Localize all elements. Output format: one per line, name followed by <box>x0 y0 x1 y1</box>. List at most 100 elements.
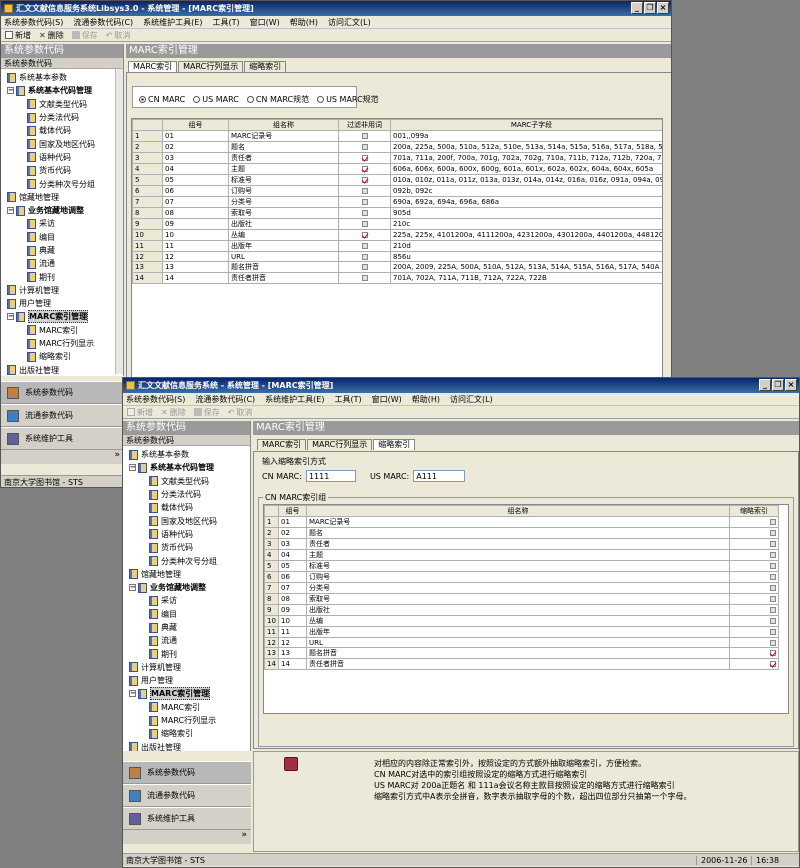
subfield-cell[interactable]: 010a, 010z, 011a, 011z, 013a, 013z, 014a… <box>390 174 662 186</box>
tab[interactable]: 缩略索引 <box>373 439 416 450</box>
tree-node[interactable]: 采访 <box>123 594 250 607</box>
tree-node[interactable]: 载体代码 <box>123 501 250 514</box>
tab[interactable]: 缩略索引 <box>244 61 287 72</box>
filter-stopword-cell[interactable] <box>338 185 391 197</box>
group-number-cell[interactable]: 05 <box>162 174 229 186</box>
checkbox[interactable] <box>361 275 368 282</box>
tree-node[interactable]: 用户管理 <box>123 674 250 687</box>
group-number-cell[interactable]: 06 <box>278 571 307 583</box>
tree-node[interactable]: 编目 <box>1 231 123 244</box>
filter-stopword-cell[interactable] <box>338 261 391 274</box>
group-number-cell[interactable]: 05 <box>278 560 307 572</box>
table-row[interactable]: 10 10 丛编 <box>264 615 779 627</box>
tree-node[interactable]: 系统基本参数 <box>123 448 250 461</box>
tree-node[interactable]: 计算机管理 <box>1 284 123 297</box>
filter-stopword-cell[interactable] <box>338 240 391 252</box>
nav-button[interactable]: 流通参数代码 <box>1 404 124 427</box>
filter-stopword-cell[interactable] <box>338 229 391 241</box>
expand-chevron-icon[interactable]: » <box>1 450 124 464</box>
checkbox[interactable] <box>770 519 776 525</box>
group-name-cell[interactable]: 题名 <box>228 141 339 153</box>
checkbox[interactable] <box>361 177 368 183</box>
abbrev-index-cell[interactable] <box>729 527 779 539</box>
tab[interactable]: MARC行列显示 <box>307 439 373 450</box>
tree-node[interactable]: 出版社管理 <box>1 364 123 376</box>
group-number-cell[interactable]: 12 <box>278 636 307 649</box>
group-number-cell[interactable]: 04 <box>162 163 229 175</box>
table-row[interactable]: 1 01 MARC记录号 <box>264 516 779 528</box>
group-number-cell[interactable]: 07 <box>278 582 307 594</box>
group-number-cell[interactable]: 07 <box>162 196 229 208</box>
group-number-cell[interactable]: 02 <box>278 527 307 539</box>
group-name-cell[interactable]: 题名拼音 <box>306 647 730 660</box>
restore-button[interactable]: ❐ <box>772 379 784 391</box>
checkbox[interactable] <box>770 585 776 591</box>
column-header[interactable]: MARC子字段 <box>390 119 662 131</box>
filter-stopword-cell[interactable] <box>338 152 391 164</box>
close-button[interactable]: × <box>785 379 797 391</box>
tree-node[interactable]: 缩略索引 <box>1 350 123 363</box>
filter-stopword-cell[interactable] <box>338 196 391 208</box>
group-number-cell[interactable]: 12 <box>162 250 229 263</box>
tree-node[interactable]: 计算机管理 <box>123 661 250 674</box>
checkbox[interactable] <box>361 199 368 205</box>
column-header[interactable]: 缩略索引 <box>729 505 779 517</box>
group-name-cell[interactable]: 责任者拼音 <box>306 658 730 671</box>
cn-marc-input[interactable]: 1111 <box>305 470 356 482</box>
group-name-cell[interactable]: 责任者 <box>306 538 730 550</box>
abbrev-index-cell[interactable] <box>729 560 779 572</box>
tree-node[interactable]: MARC索引 <box>1 324 123 337</box>
group-number-cell[interactable]: 11 <box>162 240 229 252</box>
tree-node[interactable]: 典藏 <box>1 244 123 257</box>
group-number-cell[interactable]: 04 <box>278 549 307 561</box>
subfield-cell[interactable]: 856u <box>390 250 662 263</box>
abbrev-index-cell[interactable] <box>729 582 779 594</box>
column-header[interactable]: 组号 <box>278 505 307 517</box>
radio-option[interactable]: CN MARC <box>139 94 185 105</box>
abbrev-index-cell[interactable] <box>729 593 779 605</box>
cancel-button[interactable]: ↶ 取消 <box>106 30 131 41</box>
subfield-cell[interactable]: 200A, 2009, 225A, 500A, 510A, 512A, 513A… <box>390 261 662 274</box>
nav-button[interactable]: 流通参数代码 <box>123 784 251 807</box>
collapse-icon[interactable]: − <box>129 464 136 472</box>
group-name-cell[interactable]: URL <box>306 636 730 649</box>
subfield-cell[interactable]: 606a, 606x, 600a, 600x, 600g, 601a, 601x… <box>390 163 662 175</box>
checkbox[interactable] <box>770 552 776 558</box>
group-number-cell[interactable]: 08 <box>278 593 307 605</box>
tree-node[interactable]: 系统基本参数 <box>1 71 123 84</box>
group-name-cell[interactable]: 丛编 <box>306 615 730 627</box>
tree-node[interactable]: − 系统基本代码管理 <box>123 461 250 474</box>
tree-node[interactable]: 缩略索引 <box>123 727 250 740</box>
menu-item[interactable]: 流通参数代码(C) <box>73 17 133 28</box>
group-number-cell[interactable]: 10 <box>278 615 307 627</box>
group-name-cell[interactable]: 分类号 <box>306 582 730 594</box>
group-name-cell[interactable]: 索取号 <box>228 207 339 219</box>
table-row[interactable]: 6 06 订购号 <box>264 571 779 583</box>
collapse-icon[interactable]: − <box>7 313 14 321</box>
group-number-cell[interactable]: 13 <box>278 647 307 660</box>
table-row[interactable]: 8 08 索取号 <box>264 593 779 605</box>
group-number-cell[interactable]: 08 <box>162 207 229 219</box>
tree-node[interactable]: 馆藏地管理 <box>1 191 123 204</box>
checkbox[interactable] <box>361 232 368 238</box>
tree-node[interactable]: − 业务馆藏地调整 <box>123 581 250 594</box>
tree-node[interactable]: 文献类型代码 <box>1 98 123 111</box>
tree-node[interactable]: 分类种次号分组 <box>123 554 250 567</box>
tree-node[interactable]: 用户管理 <box>1 297 123 310</box>
table-row[interactable]: 11 11 出版年 210d <box>132 240 662 252</box>
filter-stopword-cell[interactable] <box>338 207 391 219</box>
radio-option[interactable]: US MARC <box>193 94 239 105</box>
abbrev-index-cell[interactable] <box>729 615 779 627</box>
group-name-cell[interactable]: 出版社 <box>228 218 339 230</box>
group-name-cell[interactable]: MARC记录号 <box>306 516 730 528</box>
group-name-cell[interactable]: 出版年 <box>306 626 730 638</box>
subfield-cell[interactable]: 210d <box>390 240 662 252</box>
restore-button[interactable]: ❐ <box>644 2 656 14</box>
group-name-cell[interactable]: 题名 <box>306 527 730 539</box>
tree-node[interactable]: 语种代码 <box>123 528 250 541</box>
checkbox[interactable] <box>361 210 368 216</box>
tree-node[interactable]: 国家及地区代码 <box>1 137 123 150</box>
collapse-icon[interactable]: − <box>129 690 136 698</box>
table-row[interactable]: 2 02 题名 200a, 225a, 500a, 510a, 512a, 510e,… <box>132 141 662 153</box>
group-number-cell[interactable]: 13 <box>162 261 229 274</box>
